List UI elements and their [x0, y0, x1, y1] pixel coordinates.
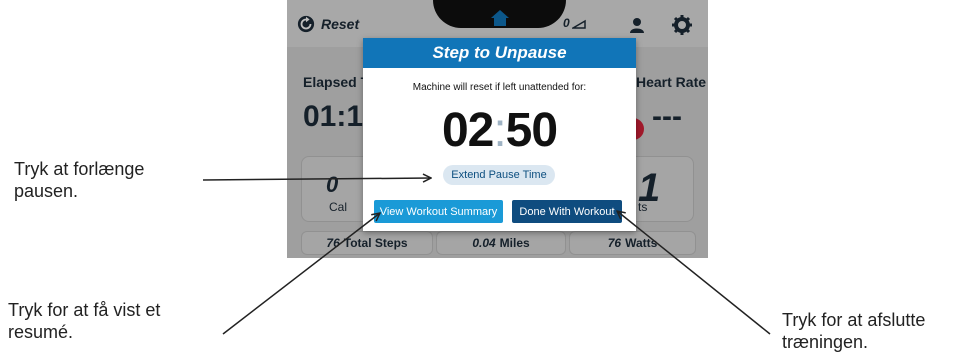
arrow-to-summary — [222, 213, 380, 335]
arrow-to-extend — [202, 178, 431, 180]
callout-arrows — [202, 0, 771, 335]
arrow-to-done — [617, 211, 771, 335]
